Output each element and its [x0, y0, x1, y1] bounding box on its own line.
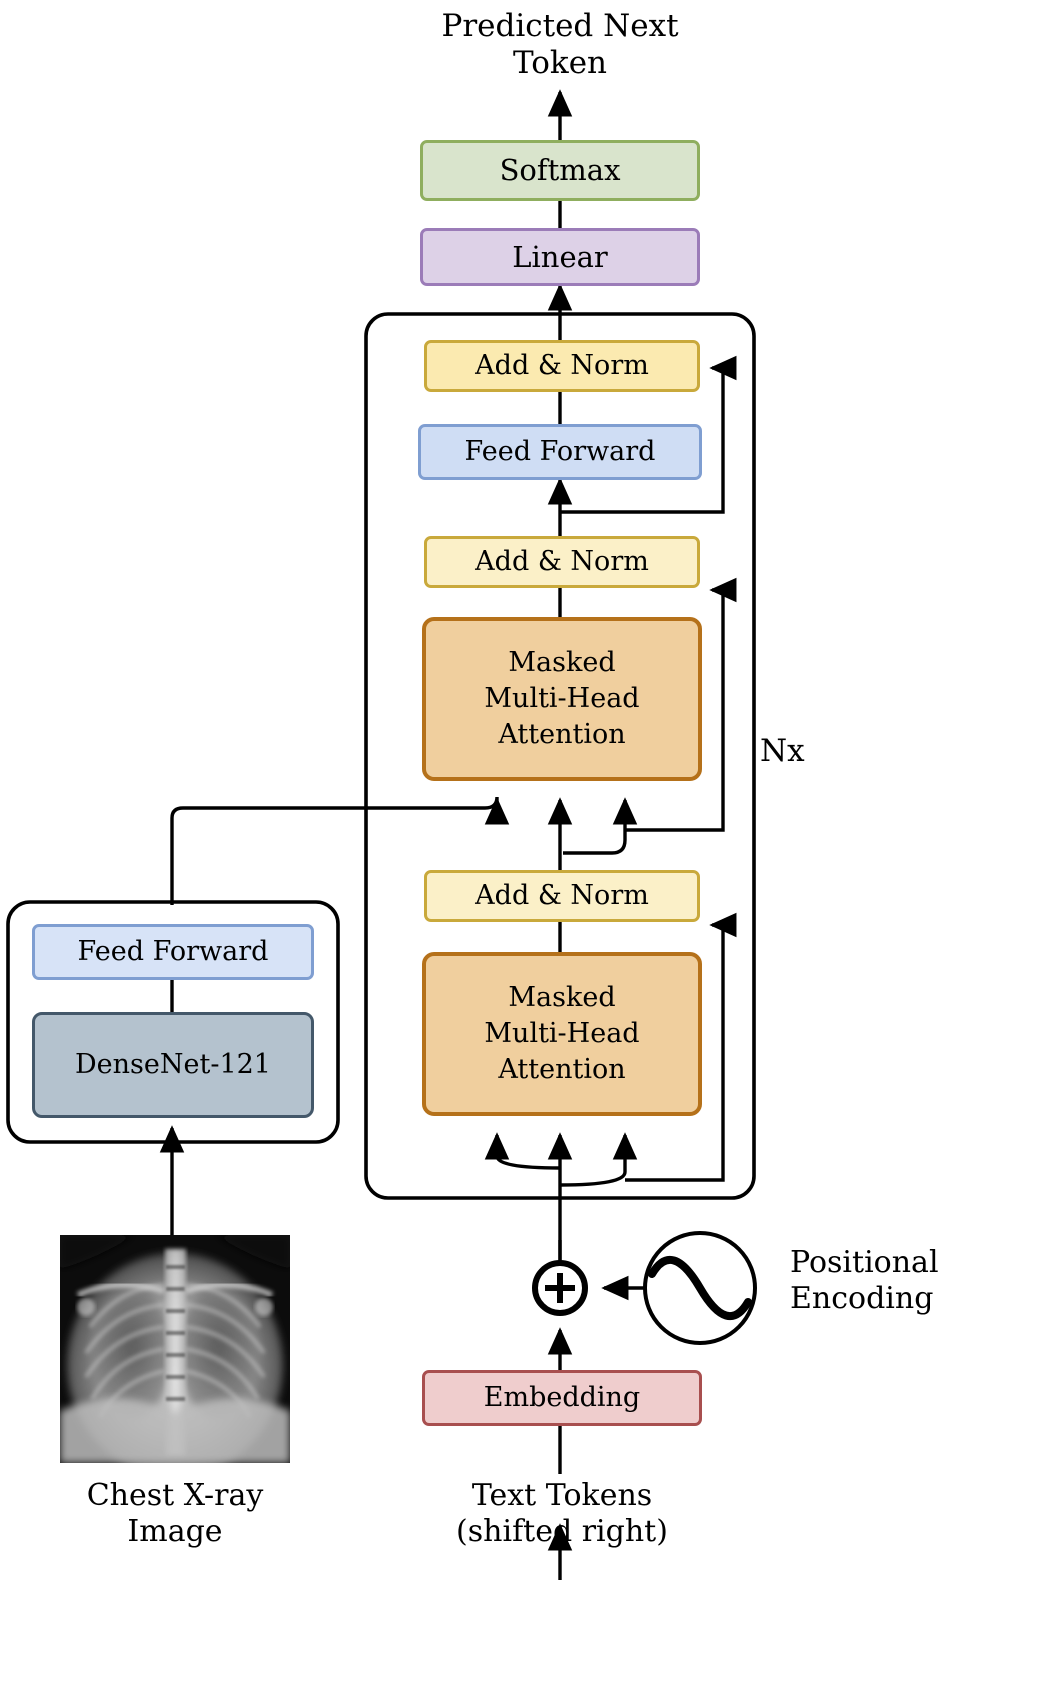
- block-add-norm-top-label: Add & Norm: [475, 350, 649, 382]
- block-add-norm-low-label: Add & Norm: [475, 880, 649, 912]
- block-add-norm-mid-label: Add & Norm: [475, 546, 649, 578]
- output-label-line2: Token: [512, 45, 608, 82]
- block-linear[interactable]: Linear: [420, 228, 700, 286]
- block-feed-forward-encoder[interactable]: Feed Forward: [32, 924, 314, 980]
- block-self-attention[interactable]: Masked Multi-Head Attention: [422, 952, 702, 1116]
- block-self-attention-line1: Masked: [508, 982, 616, 1014]
- block-feed-forward-decoder-label: Feed Forward: [464, 436, 656, 468]
- block-densenet121[interactable]: DenseNet-121: [32, 1012, 314, 1118]
- block-softmax-label: Softmax: [499, 153, 621, 188]
- image-input-label-line1: Chest X-ray: [86, 1478, 264, 1513]
- block-feed-forward-decoder[interactable]: Feed Forward: [418, 424, 702, 480]
- block-self-attention-line2: Multi-Head: [484, 1018, 640, 1050]
- block-cross-attention[interactable]: Masked Multi-Head Attention: [422, 617, 702, 781]
- block-softmax[interactable]: Softmax: [420, 140, 700, 201]
- output-label: Predicted Next Token: [380, 8, 740, 82]
- block-add-norm-top[interactable]: Add & Norm: [424, 340, 700, 392]
- block-linear-label: Linear: [512, 239, 608, 274]
- block-embedding[interactable]: Embedding: [422, 1370, 702, 1426]
- block-cross-attention-line2: Multi-Head: [484, 683, 640, 715]
- block-feed-forward-encoder-label: Feed Forward: [77, 936, 269, 968]
- positional-encoding-icon: [643, 1231, 757, 1345]
- output-label-line1: Predicted Next: [441, 8, 679, 44]
- block-cross-attention-line1: Masked: [508, 647, 616, 679]
- block-embedding-label: Embedding: [483, 1382, 641, 1414]
- block-add-norm-low[interactable]: Add & Norm: [424, 870, 700, 922]
- block-self-attention-line3: Attention: [498, 1053, 626, 1085]
- text-input-label-line2: (shifted right): [456, 1514, 668, 1549]
- image-input-label: Chest X-ray Image: [25, 1478, 325, 1550]
- add-operator-icon: [532, 1260, 588, 1316]
- block-densenet121-label: DenseNet-121: [75, 1049, 271, 1081]
- block-add-norm-mid[interactable]: Add & Norm: [424, 536, 700, 588]
- text-input-label: Text Tokens (shifted right): [400, 1478, 724, 1550]
- diagram-canvas: Softmax Linear Add & Norm Feed Forward A…: [0, 0, 1058, 1687]
- chest-xray-image: [60, 1235, 290, 1463]
- positional-encoding-label: Positional Encoding: [790, 1245, 1040, 1317]
- text-input-label-line1: Text Tokens: [471, 1478, 653, 1513]
- positional-encoding-label-line1: Positional: [790, 1245, 939, 1280]
- repeat-count-label: Nx: [760, 733, 805, 769]
- image-input-label-line2: Image: [127, 1514, 223, 1549]
- positional-encoding-label-line2: Encoding: [790, 1281, 934, 1316]
- block-cross-attention-line3: Attention: [498, 718, 626, 750]
